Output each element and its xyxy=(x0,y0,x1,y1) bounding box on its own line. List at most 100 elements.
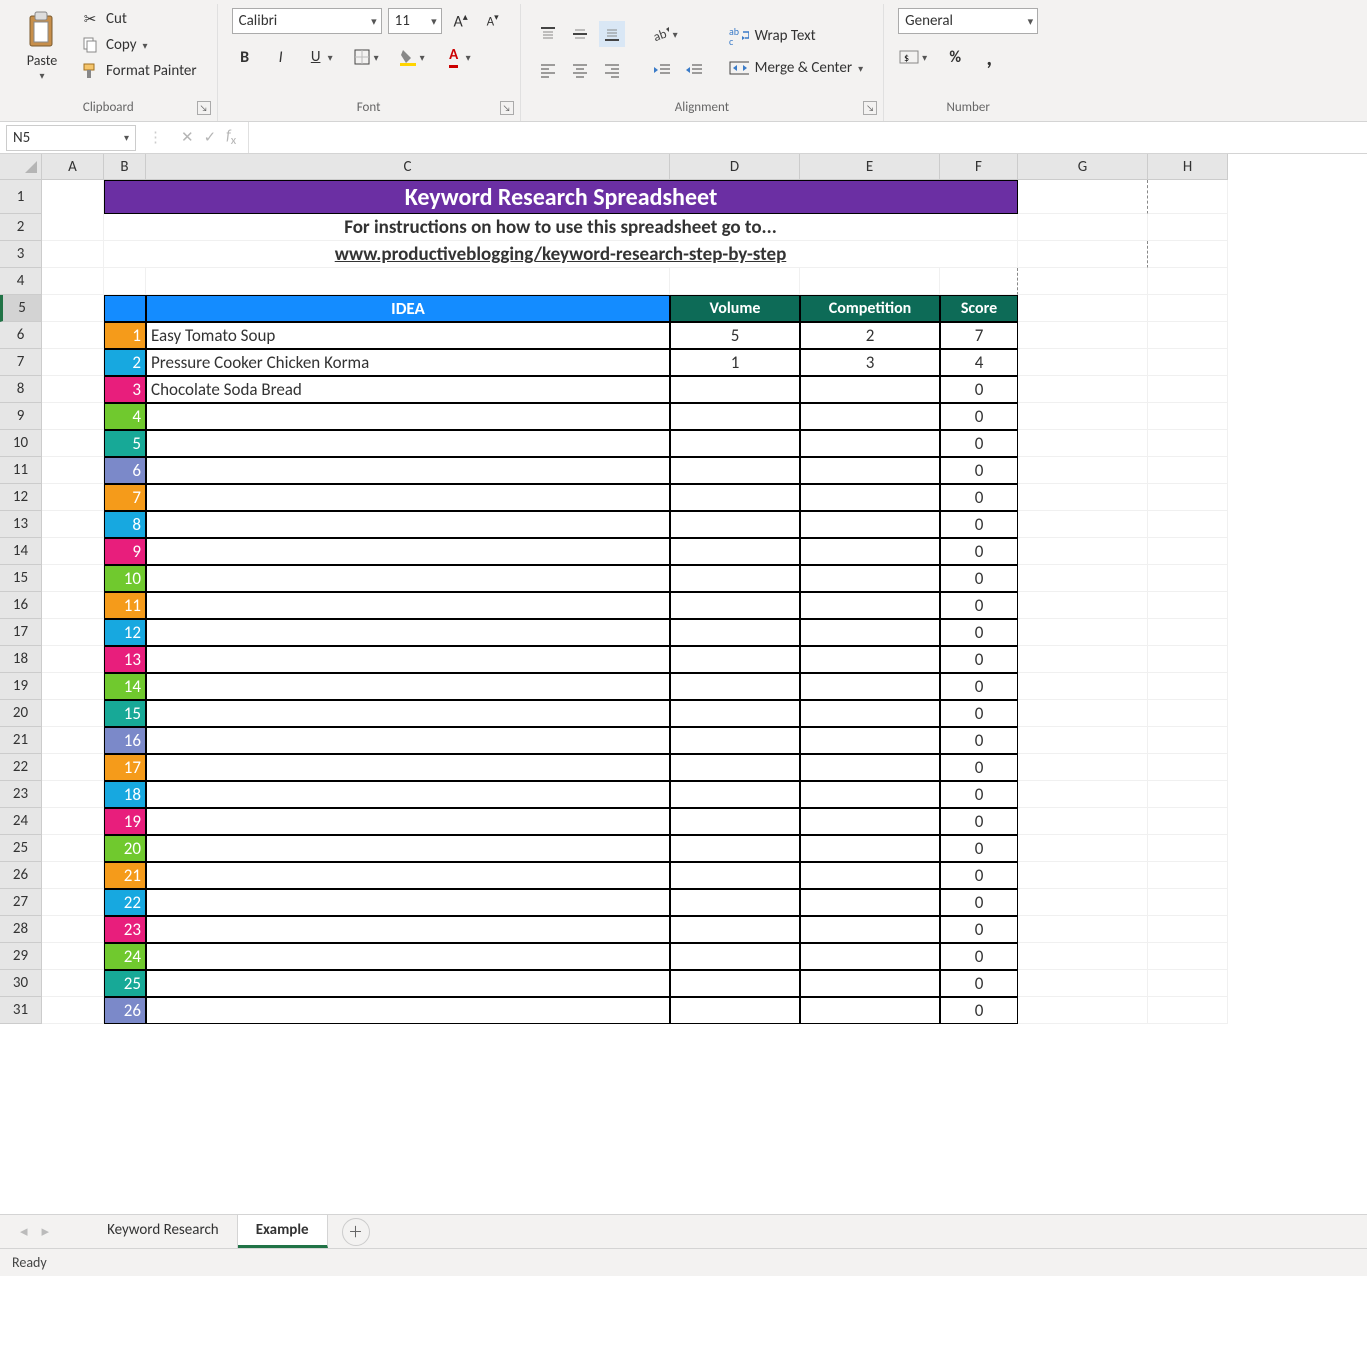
volume-cell[interactable] xyxy=(670,889,800,916)
score-cell[interactable]: 0 xyxy=(940,457,1018,484)
row-header-3[interactable]: 3 xyxy=(0,241,42,268)
row-header-9[interactable]: 9 xyxy=(0,403,42,430)
tab-prev-button[interactable]: ◂ xyxy=(20,1222,28,1241)
cell[interactable] xyxy=(1148,754,1228,781)
column-header-F[interactable]: F xyxy=(940,154,1018,180)
align-top-button[interactable] xyxy=(535,21,561,47)
underline-button[interactable]: U▾ xyxy=(304,44,340,70)
cell[interactable] xyxy=(42,349,104,376)
cell[interactable] xyxy=(42,268,104,295)
cell[interactable] xyxy=(42,484,104,511)
volume-cell[interactable] xyxy=(670,700,800,727)
row-header-18[interactable]: 18 xyxy=(0,646,42,673)
select-all-corner[interactable] xyxy=(0,154,42,180)
cell[interactable] xyxy=(42,511,104,538)
cell[interactable] xyxy=(42,916,104,943)
idea-cell[interactable] xyxy=(146,511,670,538)
cell[interactable] xyxy=(1018,403,1148,430)
cell[interactable] xyxy=(1018,700,1148,727)
cell[interactable] xyxy=(1148,403,1228,430)
volume-cell[interactable] xyxy=(670,565,800,592)
column-header-C[interactable]: C xyxy=(146,154,670,180)
score-cell[interactable]: 0 xyxy=(940,646,1018,673)
score-cell[interactable]: 0 xyxy=(940,700,1018,727)
cell[interactable] xyxy=(1018,754,1148,781)
score-cell[interactable]: 7 xyxy=(940,322,1018,349)
cell[interactable] xyxy=(1018,538,1148,565)
cell[interactable] xyxy=(1148,889,1228,916)
competition-cell[interactable] xyxy=(800,889,940,916)
competition-cell[interactable] xyxy=(800,997,940,1024)
idea-cell[interactable] xyxy=(146,754,670,781)
score-cell[interactable]: 0 xyxy=(940,970,1018,997)
comma-button[interactable]: , xyxy=(976,44,1002,70)
align-right-button[interactable] xyxy=(599,57,625,83)
cell[interactable] xyxy=(1018,889,1148,916)
idea-cell[interactable]: Pressure Cooker Chicken Korma xyxy=(146,349,670,376)
row-header-21[interactable]: 21 xyxy=(0,727,42,754)
sheet-link[interactable]: www.productiveblogging/keyword-research-… xyxy=(104,241,1018,268)
cell[interactable] xyxy=(1148,700,1228,727)
cell[interactable] xyxy=(104,268,146,295)
cell[interactable] xyxy=(1018,673,1148,700)
cell[interactable] xyxy=(1018,916,1148,943)
cell[interactable] xyxy=(1148,322,1228,349)
column-header-G[interactable]: G xyxy=(1018,154,1148,180)
competition-cell[interactable] xyxy=(800,376,940,403)
cell[interactable] xyxy=(1148,646,1228,673)
score-cell[interactable]: 0 xyxy=(940,565,1018,592)
idea-cell[interactable] xyxy=(146,673,670,700)
cell[interactable] xyxy=(1018,835,1148,862)
competition-cell[interactable]: 2 xyxy=(800,322,940,349)
cell[interactable] xyxy=(42,835,104,862)
idea-cell[interactable] xyxy=(146,700,670,727)
idea-cell[interactable] xyxy=(146,619,670,646)
score-cell[interactable]: 0 xyxy=(940,484,1018,511)
cell[interactable] xyxy=(42,997,104,1024)
paste-button[interactable]: Paste ▾ xyxy=(14,8,70,84)
row-header-23[interactable]: 23 xyxy=(0,781,42,808)
cell[interactable] xyxy=(42,376,104,403)
idea-cell[interactable]: Easy Tomato Soup xyxy=(146,322,670,349)
cell[interactable] xyxy=(1018,565,1148,592)
volume-cell[interactable] xyxy=(670,808,800,835)
cell[interactable] xyxy=(42,700,104,727)
cell[interactable] xyxy=(1018,943,1148,970)
cell[interactable] xyxy=(1148,214,1228,241)
cut-button[interactable]: ✂ Cut xyxy=(74,8,203,30)
cell[interactable] xyxy=(42,295,104,322)
new-sheet-button[interactable]: ＋ xyxy=(342,1218,370,1246)
competition-cell[interactable] xyxy=(800,862,940,889)
volume-cell[interactable] xyxy=(670,592,800,619)
volume-cell[interactable] xyxy=(670,457,800,484)
number-format-select[interactable]: General xyxy=(898,8,1038,34)
font-color-button[interactable]: A▾ xyxy=(442,44,478,70)
row-header-25[interactable]: 25 xyxy=(0,835,42,862)
merge-center-button[interactable]: Merge & Center ▾ xyxy=(723,57,870,79)
cell[interactable] xyxy=(670,268,800,295)
competition-cell[interactable] xyxy=(800,619,940,646)
score-cell[interactable]: 0 xyxy=(940,754,1018,781)
align-middle-button[interactable] xyxy=(567,21,593,47)
cell[interactable] xyxy=(42,862,104,889)
score-cell[interactable]: 0 xyxy=(940,403,1018,430)
cell[interactable] xyxy=(1148,781,1228,808)
idea-cell[interactable] xyxy=(146,538,670,565)
score-cell[interactable]: 0 xyxy=(940,538,1018,565)
decrease-indent-button[interactable] xyxy=(649,57,675,83)
idea-cell[interactable] xyxy=(146,862,670,889)
idea-cell[interactable] xyxy=(146,565,670,592)
row-header-26[interactable]: 26 xyxy=(0,862,42,889)
row-header-5[interactable]: 5 xyxy=(0,295,42,322)
row-header-30[interactable]: 30 xyxy=(0,970,42,997)
competition-cell[interactable] xyxy=(800,592,940,619)
italic-button[interactable]: I xyxy=(268,44,294,70)
idea-cell[interactable] xyxy=(146,808,670,835)
cell[interactable] xyxy=(42,322,104,349)
cell[interactable] xyxy=(42,673,104,700)
score-cell[interactable]: 0 xyxy=(940,619,1018,646)
idea-cell[interactable] xyxy=(146,646,670,673)
competition-cell[interactable] xyxy=(800,430,940,457)
idea-cell[interactable] xyxy=(146,457,670,484)
cell[interactable] xyxy=(42,889,104,916)
